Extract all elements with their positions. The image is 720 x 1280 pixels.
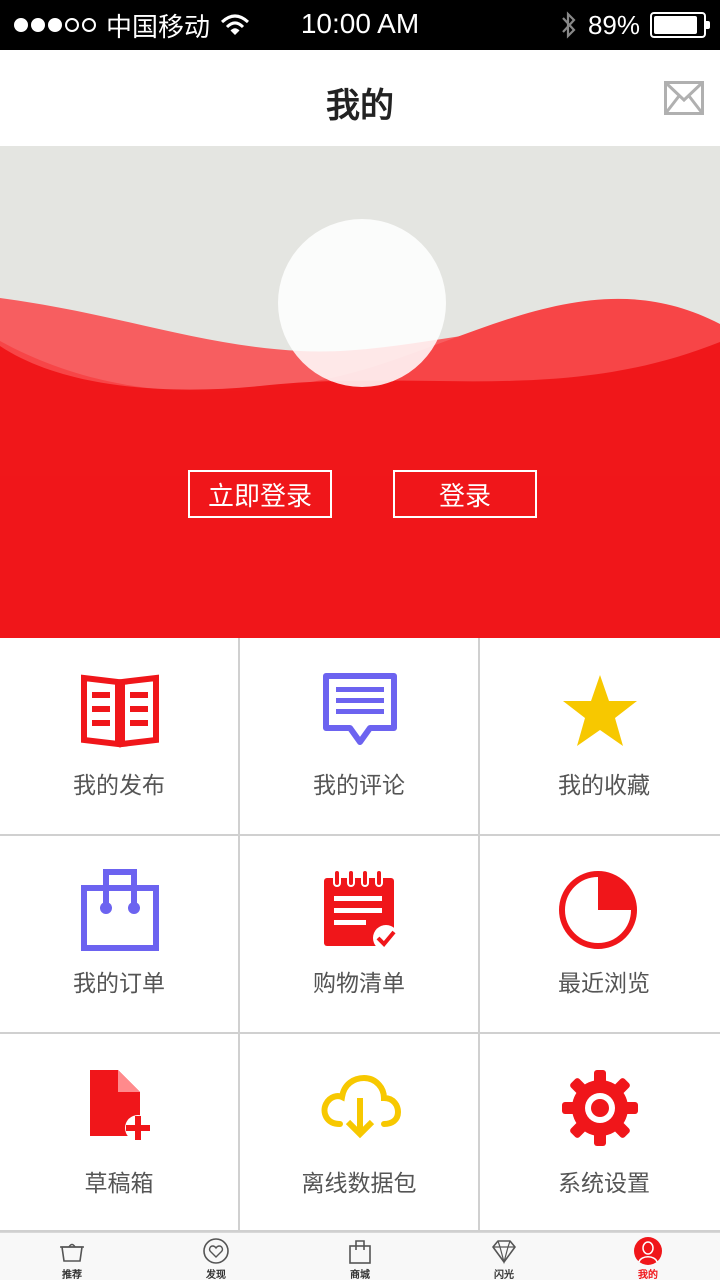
tab-mine[interactable]: 我的 bbox=[576, 1233, 720, 1280]
login-button[interactable]: 登录 bbox=[393, 470, 537, 518]
mail-icon[interactable] bbox=[664, 81, 704, 115]
pie-clock-icon bbox=[559, 871, 637, 949]
tab-label: 推荐 bbox=[62, 1270, 82, 1280]
menu-label: 离线数据包 bbox=[301, 1171, 417, 1197]
user-icon bbox=[634, 1237, 662, 1265]
menu-drafts[interactable]: 草稿箱 bbox=[0, 1034, 240, 1232]
menu-label: 草稿箱 bbox=[84, 1171, 154, 1197]
menu-my-comments[interactable]: 我的评论 bbox=[240, 638, 480, 836]
tab-label: 我的 bbox=[638, 1270, 658, 1280]
tab-recommend[interactable]: 推荐 bbox=[0, 1233, 144, 1280]
battery-level bbox=[654, 16, 697, 34]
menu-settings[interactable]: 系统设置 bbox=[480, 1034, 720, 1232]
battery-percent: 89% bbox=[587, 9, 640, 40]
tab-bar: 推荐 发现 商城 闪光 我的 bbox=[0, 1232, 720, 1280]
menu-label: 我的收藏 bbox=[558, 773, 650, 799]
tab-label: 闪光 bbox=[494, 1270, 514, 1280]
login-now-button[interactable]: 立即登录 bbox=[188, 470, 332, 518]
menu-label: 最近浏览 bbox=[558, 971, 650, 997]
status-right: 89% bbox=[560, 8, 710, 42]
menu-label: 购物清单 bbox=[313, 971, 405, 997]
pot-icon bbox=[60, 1243, 84, 1262]
gear-icon bbox=[562, 1070, 638, 1146]
tab-label: 商城 bbox=[350, 1270, 370, 1280]
profile-hero: 立即登录 登录 bbox=[0, 146, 720, 638]
status-bar: 中国移动 10:00 AM 89% bbox=[0, 0, 720, 50]
cloud-download-icon bbox=[321, 1074, 402, 1139]
heart-circle-icon bbox=[203, 1238, 229, 1264]
page-title: 我的 bbox=[326, 86, 394, 126]
menu-label: 我的评论 bbox=[313, 773, 405, 799]
star-icon bbox=[563, 675, 637, 746]
tab-flash[interactable]: 闪光 bbox=[432, 1233, 576, 1280]
menu-label: 系统设置 bbox=[558, 1171, 650, 1197]
notepad-icon bbox=[324, 869, 399, 951]
bluetooth-icon bbox=[562, 11, 576, 39]
menu-offline-data[interactable]: 离线数据包 bbox=[240, 1034, 480, 1232]
comment-icon bbox=[323, 673, 397, 745]
shopping-bag-icon bbox=[349, 1240, 371, 1264]
menu-recent-views[interactable]: 最近浏览 bbox=[480, 836, 720, 1034]
tab-mall[interactable]: 商城 bbox=[288, 1233, 432, 1280]
shopping-bag-icon bbox=[81, 869, 159, 951]
menu-my-orders[interactable]: 我的订单 bbox=[0, 836, 240, 1034]
menu-label: 我的订单 bbox=[73, 971, 165, 997]
nav-header: 我的 bbox=[0, 50, 720, 146]
menu-my-favorites[interactable]: 我的收藏 bbox=[480, 638, 720, 836]
menu-my-posts[interactable]: 我的发布 bbox=[0, 638, 240, 836]
book-icon bbox=[81, 674, 159, 748]
menu-label: 我的发布 bbox=[73, 773, 165, 799]
battery-icon bbox=[650, 12, 710, 38]
tab-discover[interactable]: 发现 bbox=[144, 1233, 288, 1280]
draft-file-icon bbox=[90, 1070, 151, 1141]
menu-grid: 我的发布 我的评论 我的收藏 我的订单 购物清单 最近浏览 草稿箱 离线数据包 … bbox=[0, 638, 720, 1232]
menu-shopping-list[interactable]: 购物清单 bbox=[240, 836, 480, 1034]
diamond-icon bbox=[492, 1240, 516, 1265]
avatar[interactable] bbox=[278, 219, 446, 387]
tab-label: 发现 bbox=[206, 1270, 226, 1280]
